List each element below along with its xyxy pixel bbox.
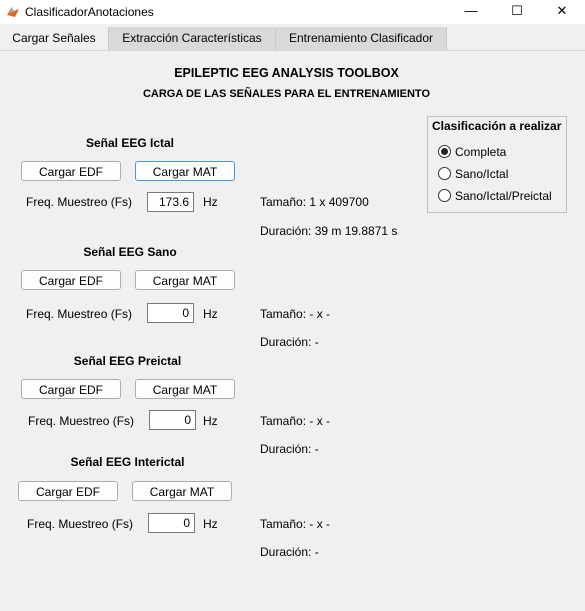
minimize-icon: — (464, 3, 478, 18)
duration-text-sano: Duración: - (260, 335, 319, 349)
window-title: ClasificadorAnotaciones (25, 5, 154, 19)
load-edf-button-interictal[interactable]: Cargar EDF (18, 481, 118, 501)
title-bar: ClasificadorAnotaciones — ☐ ✕ (0, 0, 585, 24)
fs-label-ictal: Freq. Muestreo (Fs) (26, 195, 133, 209)
tab-divider (0, 50, 585, 51)
fs-input-preictal[interactable]: 0 (149, 410, 196, 430)
radio-label-completa: Completa (455, 145, 507, 159)
duration-text-interictal: Duración: - (260, 545, 319, 559)
classification-panel-title: Clasificación a realizar (432, 119, 562, 133)
load-mat-button-interictal[interactable]: Cargar MAT (132, 481, 232, 501)
load-edf-button-preictal[interactable]: Cargar EDF (21, 379, 121, 399)
duration-text-ictal: Duración: 39 m 19.8871 s (260, 224, 398, 238)
load-edf-button-sano[interactable]: Cargar EDF (21, 270, 121, 290)
load-mat-button-ictal[interactable]: Cargar MAT (135, 161, 235, 181)
duration-text-preictal: Duración: - (260, 442, 319, 456)
fs-input-ictal[interactable]: 173.6 (147, 192, 194, 212)
fs-label-interictal: Freq. Muestreo (Fs) (27, 517, 134, 531)
load-mat-button-preictal[interactable]: Cargar MAT (135, 379, 235, 399)
radio-unselected-icon (438, 167, 451, 181)
tab-entrenamiento-clasificador[interactable]: Entrenamiento Clasificador (276, 27, 447, 50)
load-edf-button-ictal[interactable]: Cargar EDF (21, 161, 121, 181)
radio-option-sano-ictal-preictal[interactable]: Sano/Ictal/Preictal (438, 189, 552, 203)
close-button[interactable]: ✕ (539, 0, 585, 24)
fs-input-sano[interactable]: 0 (147, 303, 194, 323)
load-mat-button-sano[interactable]: Cargar MAT (135, 270, 235, 290)
page-subtitle: CARGA DE LAS SEÑALES PARA EL ENTRENAMIEN… (142, 88, 431, 100)
section-title-preictal: Señal EEG Preictal (73, 354, 182, 368)
radio-unselected-icon (438, 189, 451, 203)
classification-panel: Clasificación a realizar Completa Sano/I… (427, 116, 567, 213)
size-text-ictal: Tamaño: 1 x 409700 (260, 195, 369, 209)
radio-label-sano-ictal: Sano/Ictal (455, 167, 509, 181)
fs-unit-sano: Hz (203, 307, 218, 321)
section-title-ictal: Señal EEG Ictal (85, 136, 175, 150)
size-text-preictal: Tamaño: - x - (260, 414, 331, 428)
fs-unit-preictal: Hz (203, 414, 218, 428)
radio-selected-icon (438, 145, 451, 159)
fs-input-interictal[interactable]: 0 (148, 513, 195, 533)
radio-option-completa[interactable]: Completa (438, 145, 506, 159)
section-title-sano: Señal EEG Sano (83, 245, 177, 259)
matlab-app-icon (7, 7, 19, 17)
fs-label-sano: Freq. Muestreo (Fs) (26, 307, 133, 321)
minimize-button[interactable]: — (448, 0, 494, 24)
radio-label-sano-ictal-preictal: Sano/Ictal/Preictal (455, 189, 552, 203)
tab-bar: Cargar Señales Extracción Característica… (0, 27, 585, 51)
size-text-sano: Tamaño: - x - (260, 307, 331, 321)
maximize-icon: ☐ (511, 3, 523, 18)
fs-label-preictal: Freq. Muestreo (Fs) (28, 414, 135, 428)
maximize-button[interactable]: ☐ (494, 0, 540, 24)
tab-extraccion-caracteristicas[interactable]: Extracción Características (109, 27, 276, 50)
section-title-interictal: Señal EEG Interictal (70, 455, 185, 469)
close-icon: ✕ (556, 3, 568, 18)
radio-option-sano-ictal[interactable]: Sano/Ictal (438, 167, 508, 181)
size-text-interictal: Tamaño: - x - (260, 517, 331, 531)
page-title: EPILEPTIC EEG ANALYSIS TOOLBOX (174, 66, 399, 80)
fs-unit-interictal: Hz (203, 517, 218, 531)
tab-cargar-senales[interactable]: Cargar Señales (0, 27, 109, 51)
fs-unit-ictal: Hz (203, 195, 218, 209)
